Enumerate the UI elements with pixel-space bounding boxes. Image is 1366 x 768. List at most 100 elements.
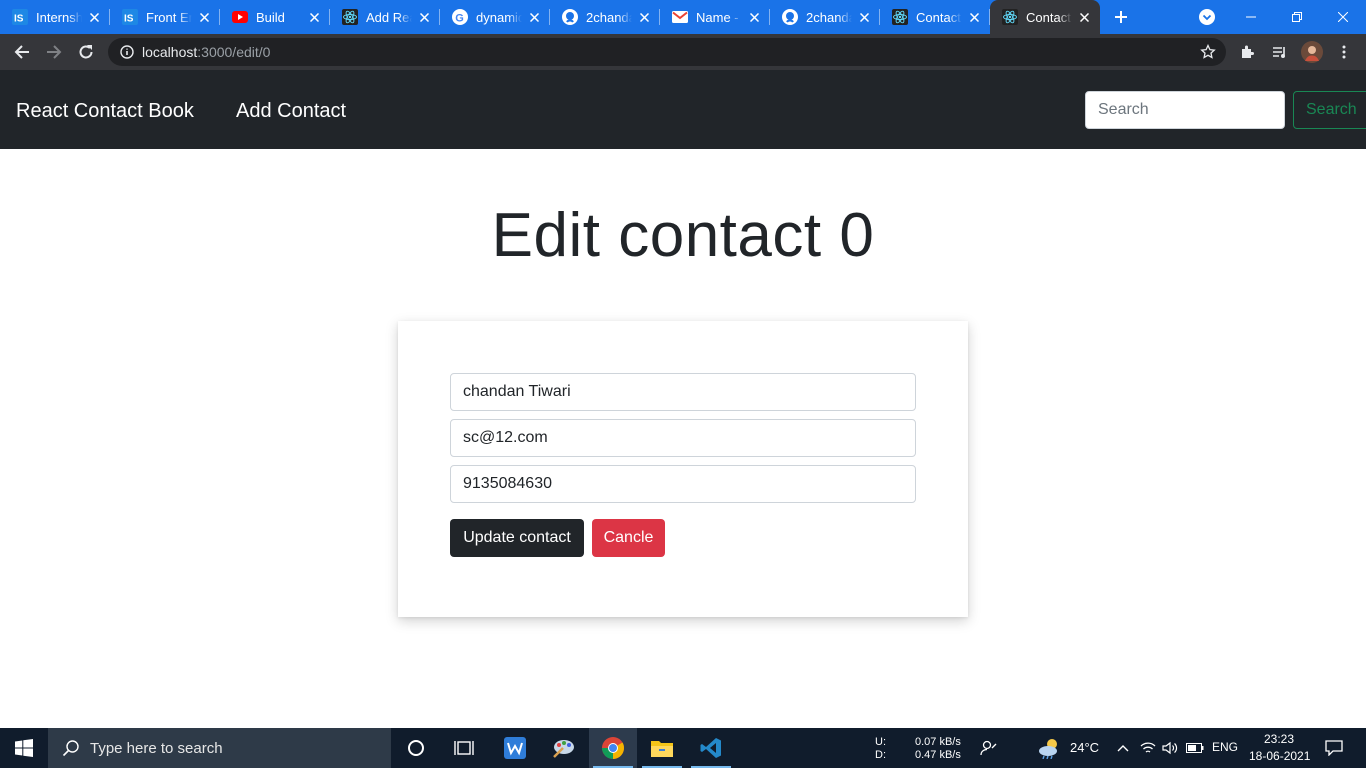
new-tab-button[interactable] (1104, 0, 1138, 34)
add-contact-link[interactable]: Add Contact (236, 100, 346, 123)
wifi-button[interactable] (1137, 728, 1159, 768)
minimize-button[interactable] (1228, 0, 1274, 34)
browser-toolbar: localhost:3000/edit/0 (0, 34, 1366, 70)
arrow-right-icon (47, 45, 62, 59)
react-icon (892, 9, 908, 25)
phone-field[interactable] (450, 465, 916, 503)
taskbar-wps-app[interactable] (491, 728, 539, 768)
more-vert-icon (1342, 45, 1346, 59)
cancel-button[interactable]: Cancle (592, 519, 665, 557)
brand-link[interactable]: React Contact Book (16, 100, 194, 123)
address-bar[interactable]: localhost:3000/edit/0 (108, 38, 1226, 66)
tab-search-button[interactable] (1196, 6, 1218, 28)
taskbar-vscode-app[interactable] (687, 728, 735, 768)
close-tab-icon[interactable] (526, 9, 542, 25)
close-tab-icon[interactable] (856, 9, 872, 25)
tab-title: Internship (36, 9, 82, 25)
clock-date[interactable]: 18-06-2021 (1249, 750, 1310, 763)
react-icon (1002, 9, 1018, 25)
reload-icon (79, 45, 93, 59)
plus-icon (1115, 11, 1127, 23)
browser-tab[interactable]: 2chandan (550, 0, 660, 34)
folder-icon (651, 741, 673, 757)
notifications-button[interactable] (1312, 728, 1356, 768)
close-tab-icon[interactable] (966, 9, 982, 25)
tab-title: Add React (366, 9, 412, 25)
weather-cloud-sun-icon (1039, 739, 1057, 759)
browser-tab[interactable]: IS Internship (0, 0, 110, 34)
show-hidden-icons-button[interactable] (1112, 728, 1134, 768)
close-tab-icon[interactable] (1076, 9, 1092, 25)
close-tab-icon[interactable] (86, 9, 102, 25)
extensions-button[interactable] (1234, 38, 1262, 66)
svg-text:G: G (455, 13, 464, 25)
browser-tab[interactable]: IS Front End (110, 0, 220, 34)
close-tab-icon[interactable] (306, 9, 322, 25)
star-icon[interactable] (1200, 44, 1216, 60)
menu-button[interactable] (1330, 38, 1358, 66)
browser-tab[interactable]: 2chandan (770, 0, 880, 34)
browser-tab[interactable]: Build (220, 0, 330, 34)
people-icon (980, 740, 997, 756)
net-download-speed: 0.47 kB/s (915, 749, 961, 761)
tab-title: Contact (916, 9, 961, 25)
tab-title: Build (256, 9, 285, 25)
task-view-button[interactable] (440, 728, 488, 768)
reload-button[interactable] (72, 38, 100, 66)
browser-tab[interactable]: Add React (330, 0, 440, 34)
browser-tab[interactable]: Contact (880, 0, 990, 34)
volume-button[interactable] (1159, 728, 1181, 768)
close-tab-icon[interactable] (416, 9, 432, 25)
search-input[interactable] (1085, 91, 1285, 129)
cortana-icon (408, 740, 424, 756)
profile-button[interactable] (1298, 38, 1326, 66)
net-upload-speed: 0.07 kB/s (915, 736, 961, 748)
email-field[interactable] (450, 419, 916, 457)
github-icon (562, 9, 578, 25)
taskbar-file-explorer[interactable] (638, 728, 686, 768)
browser-tab[interactable]: Name - Gmail (660, 0, 770, 34)
react-icon (342, 9, 358, 25)
cortana-button[interactable] (392, 728, 440, 768)
tab-title: dynamic (476, 9, 522, 25)
back-button[interactable] (8, 38, 36, 66)
close-tab-icon[interactable] (196, 9, 212, 25)
wps-office-icon (504, 737, 526, 759)
notification-icon (1325, 740, 1343, 756)
is-logo-icon: IS (122, 9, 138, 25)
restore-button[interactable] (1274, 0, 1320, 34)
start-button[interactable] (0, 728, 48, 768)
close-window-button[interactable] (1320, 0, 1366, 34)
language-indicator[interactable]: ENG (1212, 740, 1238, 754)
update-contact-button[interactable]: Update contact (450, 519, 584, 557)
name-field[interactable] (450, 373, 916, 411)
taskbar-paint-app[interactable] (540, 728, 588, 768)
browser-tab[interactable]: Contact (990, 0, 1100, 34)
forward-button[interactable] (40, 38, 68, 66)
weather-button[interactable] (1030, 728, 1070, 768)
tab-list: IS Internship IS Front End Build Add React Gdy… (0, 0, 1100, 34)
taskbar-search-box[interactable]: Type here to search (48, 728, 391, 768)
net-download-label: D: (875, 749, 886, 761)
window-controls (1228, 0, 1366, 34)
chevron-down-circle-icon (1199, 9, 1215, 25)
close-icon (1338, 12, 1348, 22)
people-button[interactable] (967, 728, 1011, 768)
svg-text:IS: IS (14, 14, 24, 25)
taskbar-chrome-app[interactable] (589, 728, 637, 768)
browser-tab[interactable]: Gdynamic (440, 0, 550, 34)
restore-icon (1292, 12, 1302, 22)
youtube-icon (232, 9, 248, 25)
taskbar-search-placeholder: Type here to search (90, 739, 223, 757)
media-button[interactable] (1266, 38, 1294, 66)
volume-icon (1162, 741, 1178, 755)
search-button[interactable]: Search (1293, 91, 1366, 129)
task-view-icon (454, 741, 474, 755)
vscode-icon (700, 738, 721, 758)
close-tab-icon[interactable] (746, 9, 762, 25)
battery-button[interactable] (1183, 728, 1207, 768)
clock-time[interactable]: 23:23 (1264, 733, 1294, 746)
close-tab-icon[interactable] (636, 9, 652, 25)
url-text: localhost:3000/edit/0 (142, 44, 270, 60)
svg-text:IS: IS (124, 14, 134, 25)
